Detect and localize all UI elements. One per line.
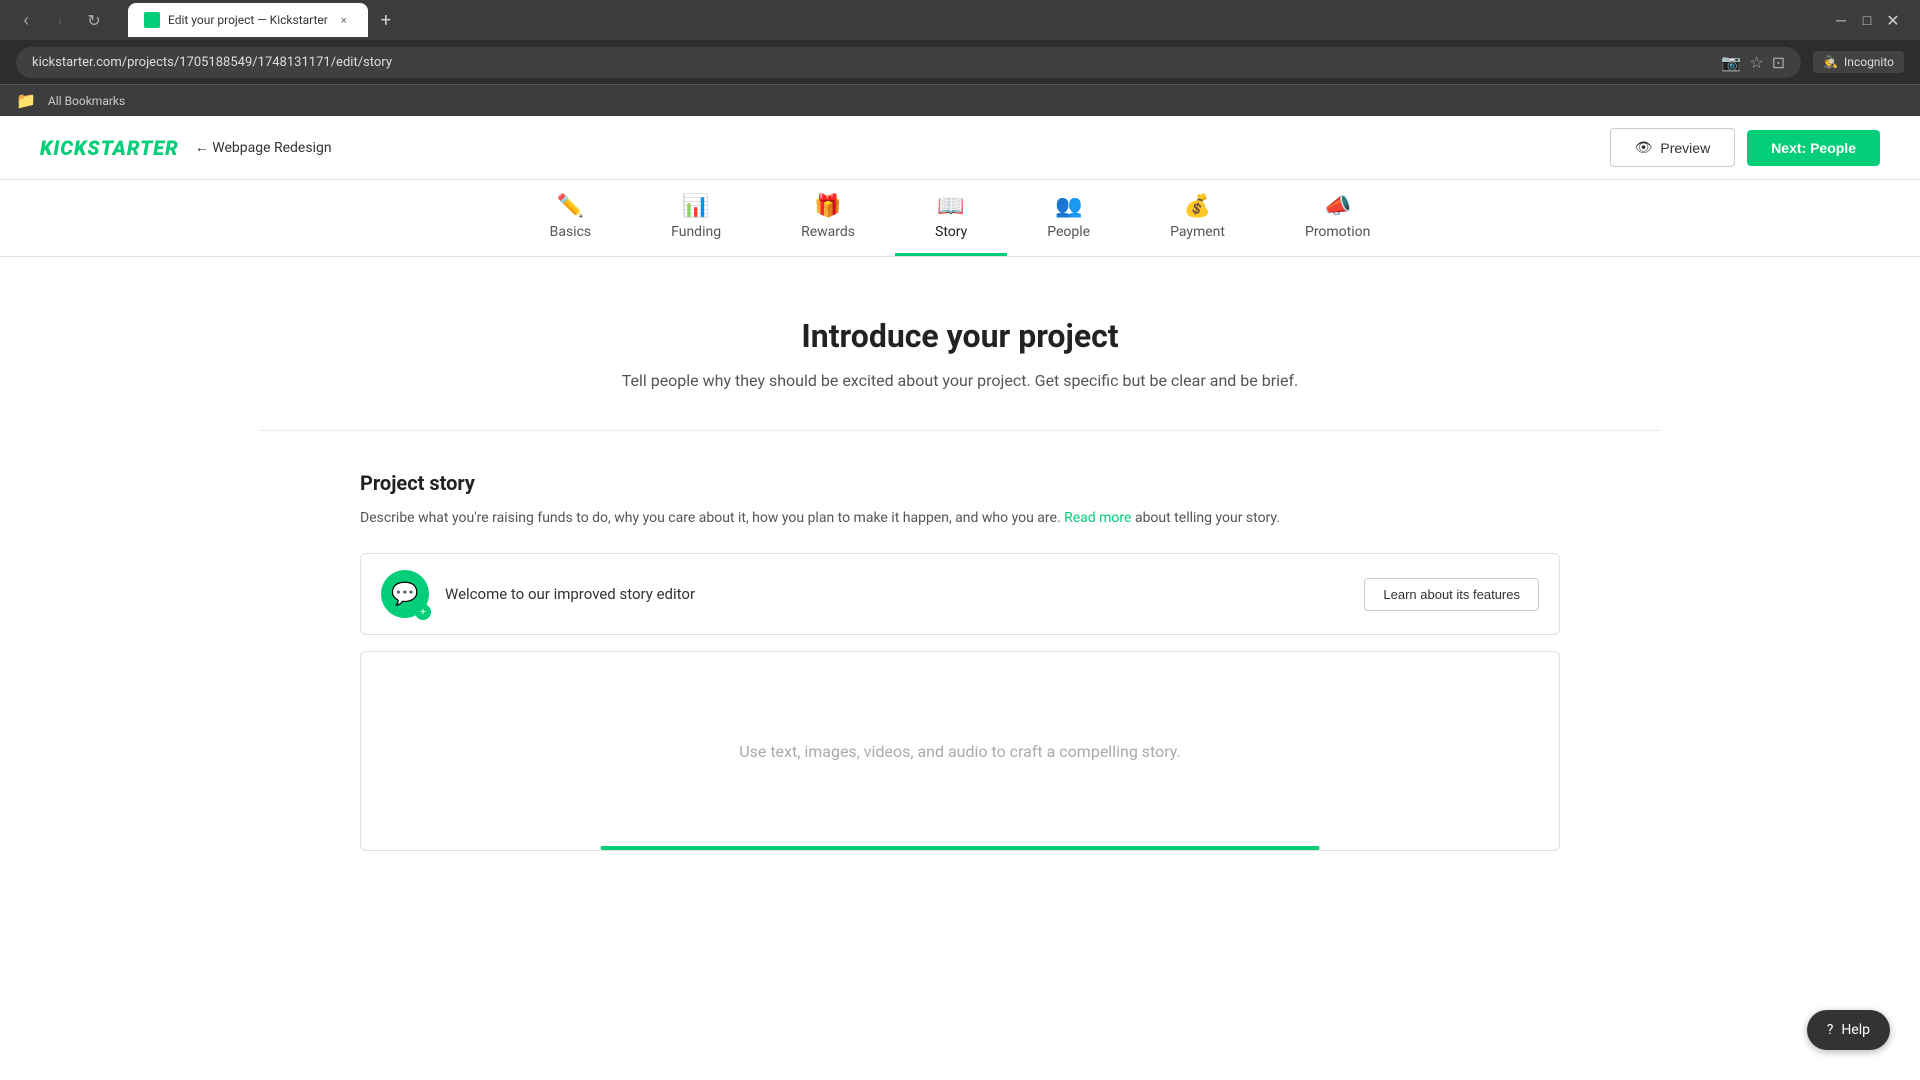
active-tab[interactable]: Edit your project — Kickstarter × (128, 3, 368, 37)
eye-icon: 👁 (1635, 139, 1653, 156)
page-subtitle: Tell people why they should be excited a… (300, 371, 1620, 390)
tab-close-button[interactable]: × (336, 12, 352, 28)
browser-window-controls: ‹ › ↻ (12, 6, 108, 34)
tab-promotion[interactable]: 📣 Promotion (1265, 180, 1410, 256)
promotion-label: Promotion (1305, 224, 1370, 240)
tab-bar: Edit your project — Kickstarter × + (116, 3, 1826, 37)
close-button[interactable]: ✕ (1886, 13, 1900, 27)
new-tab-button[interactable]: + (372, 6, 400, 34)
back-link[interactable]: ← Webpage Redesign (195, 139, 332, 156)
tab-people[interactable]: 👥 People (1007, 180, 1130, 256)
payment-label: Payment (1170, 224, 1225, 240)
tab-funding[interactable]: 📊 Funding (631, 180, 761, 256)
incognito-indicator: 🕵 Incognito (1813, 51, 1904, 73)
basics-label: Basics (550, 224, 592, 240)
browser-title-bar: ‹ › ↻ Edit your project — Kickstarter × … (0, 0, 1920, 40)
tab-basics[interactable]: ✏️ Basics (510, 180, 632, 256)
rewards-icon: 🎁 (814, 196, 841, 218)
bookmarks-label[interactable]: All Bookmarks (48, 94, 125, 108)
camera-off-icon: 📷 (1721, 53, 1741, 72)
next-button[interactable]: Next: People (1747, 130, 1880, 166)
desc-text-end: about telling your story. (1135, 510, 1280, 526)
help-label: Help (1841, 1022, 1870, 1038)
banner-left: 💬 + Welcome to our improved story editor (381, 570, 695, 618)
tab-story[interactable]: 📖 Story (895, 180, 1007, 256)
editor-placeholder: Use text, images, videos, and audio to c… (739, 742, 1181, 761)
nav-tabs: ✏️ Basics 📊 Funding 🎁 Rewards 📖 Story 👥 … (0, 180, 1920, 257)
forward-nav-button[interactable]: › (46, 6, 74, 34)
banner-icon: 💬 + (381, 570, 429, 618)
address-bar-row: kickstarter.com/projects/1705188549/1748… (0, 40, 1920, 84)
basics-icon: ✏️ (557, 196, 584, 218)
header-left: KICKSTARTER ← Webpage Redesign (40, 136, 332, 160)
back-nav-button[interactable]: ‹ (12, 6, 40, 34)
incognito-icon: 🕵 (1823, 55, 1838, 69)
app-header: KICKSTARTER ← Webpage Redesign 👁 Preview… (0, 116, 1920, 180)
editor-toolbar-hint (601, 846, 1320, 850)
tab-title: Edit your project — Kickstarter (168, 13, 328, 27)
page-title: Introduce your project (300, 317, 1620, 355)
story-section: Project story Describe what you're raisi… (360, 431, 1560, 851)
funding-label: Funding (671, 224, 721, 240)
help-icon: ? (1827, 1022, 1834, 1038)
bookmark-icon[interactable]: ☆ (1749, 53, 1763, 72)
story-section-description: Describe what you're raising funds to do… (360, 507, 1560, 529)
browser-actions: 🕵 Incognito (1813, 51, 1904, 73)
people-icon: 👥 (1055, 196, 1082, 218)
story-editor-banner: 💬 + Welcome to our improved story editor… (360, 553, 1560, 635)
header-right: 👁 Preview Next: People (1610, 128, 1880, 167)
story-icon: 📖 (937, 196, 964, 218)
story-section-title: Project story (360, 471, 1560, 495)
tab-rewards[interactable]: 🎁 Rewards (761, 180, 895, 256)
preview-button[interactable]: 👁 Preview (1610, 128, 1736, 167)
tab-favicon (144, 12, 160, 28)
address-bar-icons: 📷 ☆ ⊡ (1721, 53, 1785, 72)
tab-switch-icon[interactable]: ⊡ (1772, 53, 1785, 72)
story-label: Story (935, 224, 967, 240)
tab-payment[interactable]: 💰 Payment (1130, 180, 1265, 256)
payment-icon: 💰 (1184, 196, 1211, 218)
promotion-icon: 📣 (1324, 196, 1351, 218)
bookmarks-bar: 📁 All Bookmarks (0, 84, 1920, 116)
rewards-label: Rewards (801, 224, 855, 240)
url-text: kickstarter.com/projects/1705188549/1748… (32, 55, 1713, 70)
address-bar[interactable]: kickstarter.com/projects/1705188549/1748… (16, 47, 1801, 78)
page-header: Introduce your project Tell people why t… (300, 317, 1620, 390)
people-label: People (1047, 224, 1090, 240)
preview-label: Preview (1660, 140, 1710, 156)
help-button[interactable]: ? Help (1807, 1010, 1890, 1050)
funding-icon: 📊 (682, 196, 709, 218)
learn-features-button[interactable]: Learn about its features (1364, 578, 1539, 611)
reload-button[interactable]: ↻ (80, 6, 108, 34)
desc-text-start: Describe what you're raising funds to do… (360, 510, 1061, 526)
browser-chrome: ‹ › ↻ Edit your project — Kickstarter × … (0, 0, 1920, 116)
main-content: Introduce your project Tell people why t… (260, 257, 1660, 891)
story-editor-area[interactable]: Use text, images, videos, and audio to c… (360, 651, 1560, 851)
maximize-button[interactable]: □ (1860, 13, 1874, 27)
minimize-button[interactable]: ─ (1834, 13, 1848, 27)
folder-icon: 📁 (16, 91, 36, 110)
kickstarter-logo[interactable]: KICKSTARTER (40, 136, 179, 160)
read-more-link[interactable]: Read more (1064, 510, 1131, 526)
banner-text: Welcome to our improved story editor (445, 585, 695, 603)
incognito-label: Incognito (1844, 55, 1894, 69)
